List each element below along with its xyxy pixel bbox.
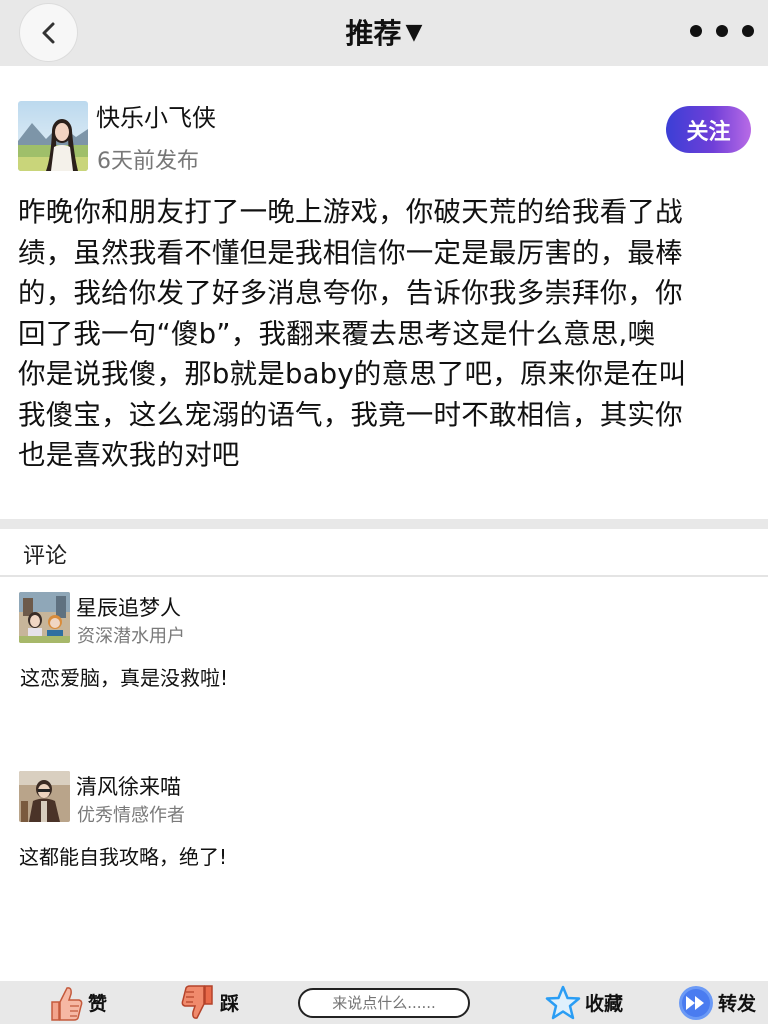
post-line: 也是喜欢我的对吧 — [18, 439, 240, 471]
post-line: 昨晚你和朋友打了一晚上游戏，你破天荒的给我看了战 — [18, 196, 683, 228]
bottom-action-bar: 赞 踩 收藏 转发 — [0, 981, 768, 1024]
avatar-image — [19, 592, 70, 643]
commenter-badge: 优秀情感作者 — [77, 805, 185, 826]
commenter-name[interactable]: 清风徐来喵 — [76, 771, 181, 801]
top-nav-bar: 推荐 ▼ — [0, 0, 768, 66]
share-label: 转发 — [718, 993, 757, 1015]
commenter-avatar[interactable] — [19, 771, 70, 822]
author-name[interactable]: 快乐小飞侠 — [96, 98, 216, 133]
dislike-label: 踩 — [220, 993, 240, 1015]
like-button[interactable]: 赞 — [48, 981, 107, 1024]
comment-text: 这都能自我攻略，绝了! — [19, 845, 228, 869]
commenter-badge: 资深潜水用户 — [77, 626, 185, 647]
header-title: 推荐 — [345, 17, 402, 50]
post-line: 你是说我傻，那b就是baby的意思了吧，原来你是在叫 — [18, 358, 687, 390]
thumbs-up-icon — [51, 986, 83, 1021]
avatar-image — [18, 101, 88, 171]
follow-button[interactable]: 关注 — [666, 106, 751, 153]
avatar-image — [19, 771, 70, 822]
post-timestamp: 6天前发布 — [97, 149, 199, 174]
comments-heading: 评论 — [23, 544, 68, 569]
comment-text: 这恋爱脑，真是没救啦! — [20, 666, 229, 690]
favorite-button[interactable]: 收藏 — [545, 981, 623, 1024]
post-line: 回了我一句“傻b”，我翻来覆去思考这是什么意思,噢 — [18, 317, 656, 350]
fast-forward-icon — [679, 985, 713, 1020]
share-button[interactable]: 转发 — [678, 981, 756, 1024]
post-line: 绩，虽然我看不懂但是我相信你一定是最厉害的，最棒 — [18, 236, 683, 269]
more-button[interactable] — [690, 20, 754, 42]
feed-selector[interactable]: 推荐 ▼ — [0, 10, 768, 54]
post-line: 的，我给你发了好多消息夸你，告诉你我多崇拜你，你 — [18, 277, 683, 309]
like-label: 赞 — [88, 993, 108, 1015]
comment-input[interactable] — [298, 988, 470, 1018]
favorite-label: 收藏 — [585, 993, 624, 1015]
dislike-button[interactable]: 踩 — [180, 981, 239, 1024]
post-content: 昨晚你和朋友打了一晚上游戏，你破天荒的给我看了战 绩，虽然我看不懂但是我相信你一… — [18, 192, 750, 476]
commenter-name[interactable]: 星辰追梦人 — [76, 592, 181, 622]
commenter-avatar[interactable] — [19, 592, 70, 643]
divider — [0, 575, 768, 577]
star-icon — [545, 985, 581, 1019]
post-line: 我傻宝，这么宠溺的语气，我竟一时不敢相信，其实你 — [18, 398, 683, 431]
caret-down-icon: ▼ — [405, 19, 423, 45]
section-divider — [0, 519, 768, 529]
author-avatar[interactable] — [18, 101, 88, 171]
more-dots-icon — [690, 25, 702, 37]
thumbs-down-icon — [181, 984, 213, 1019]
